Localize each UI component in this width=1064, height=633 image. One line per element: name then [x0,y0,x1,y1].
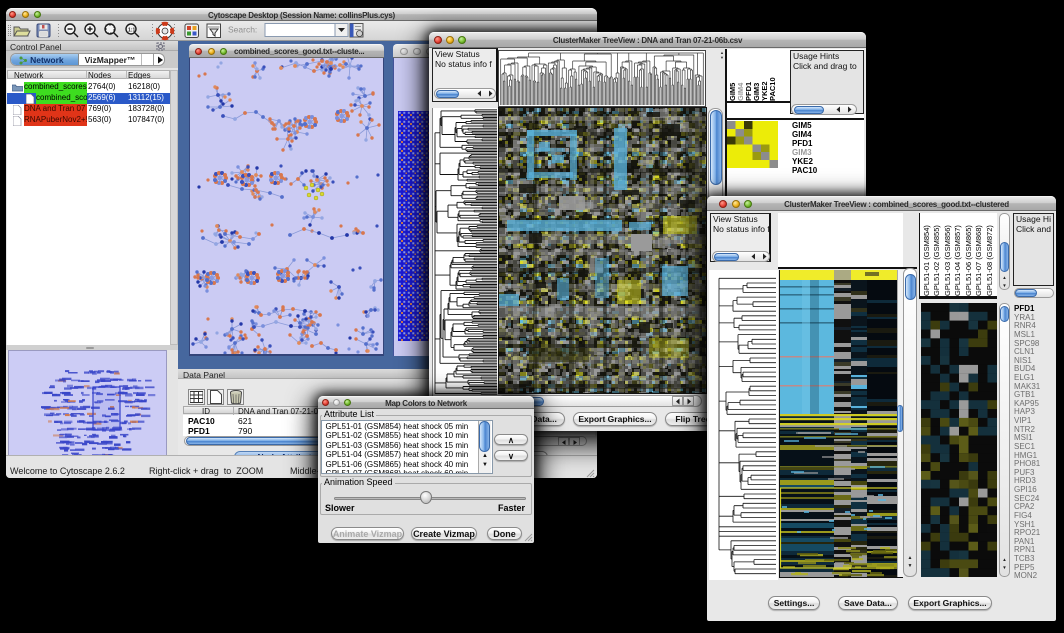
svg-text:Search:: Search: [228,25,257,35]
svg-text:1:1: 1:1 [128,28,135,34]
